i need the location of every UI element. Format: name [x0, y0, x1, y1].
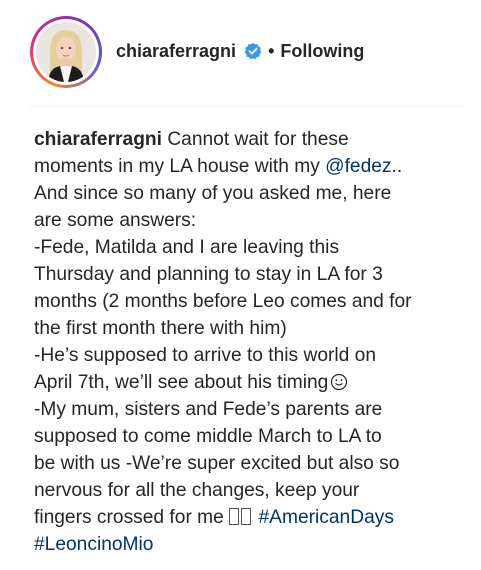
header-user-line: chiaraferragni • Following: [116, 36, 364, 66]
header-divider: [30, 106, 464, 107]
missing-emoji-icon: [229, 508, 240, 525]
header-username[interactable]: chiaraferragni: [116, 41, 236, 62]
caption-text: moments in my LA house with my: [34, 156, 326, 177]
avatar-border: [33, 19, 99, 85]
caption-line: And since so many of you asked me, here: [34, 183, 392, 204]
following-button[interactable]: Following: [280, 41, 364, 62]
caption-text: Cannot wait for these: [161, 129, 349, 150]
caption-line: April 7th, we’ll see about his timing: [34, 369, 464, 396]
caption-line: -Fede, Matilda and I are leaving this: [34, 237, 340, 258]
caption-line: -He’s supposed to arrive to this world o…: [34, 345, 376, 366]
caption-text: fingers crossed for me: [34, 507, 230, 528]
missing-emoji-icon: [241, 508, 252, 525]
verified-badge-icon: [244, 42, 262, 60]
hashtag-link[interactable]: #AmericanDays: [259, 507, 394, 528]
header-separator: •: [268, 40, 275, 61]
avatar[interactable]: [30, 16, 102, 88]
caption-text: ..: [391, 156, 403, 177]
caption-line: -My mum, sisters and Fede’s parents are: [34, 399, 383, 420]
caption-line: the first month there with him): [34, 318, 287, 339]
mention-link[interactable]: @fedez: [325, 156, 391, 177]
caption-username[interactable]: chiaraferragni: [34, 129, 162, 150]
caption-line: months (2 months before Leo comes and fo…: [34, 291, 412, 312]
caption-line: Thursday and planning to stay in LA for …: [34, 264, 383, 285]
smile-emoji-icon: [330, 372, 348, 391]
caption-line: fingers crossed for me #AmericanDays: [34, 504, 464, 531]
post-header: chiaraferragni • Following: [0, 0, 481, 104]
caption-line: are some answers:: [34, 210, 197, 231]
caption-text: April 7th, we’ll see about his timing: [34, 372, 329, 393]
caption-line: nervous for all the changes, keep your: [34, 480, 360, 501]
post-caption: chiaraferragni Cannot wait for these mom…: [34, 126, 464, 558]
profile-photo-image: [36, 22, 96, 82]
caption-line: supposed to come middle March to LA to: [34, 426, 382, 447]
caption-line: #LeoncinoMio: [34, 531, 464, 558]
hashtag-link[interactable]: #LeoncinoMio: [34, 534, 153, 555]
caption-line: moments in my LA house with my @fedez..: [34, 153, 464, 180]
caption-line: chiaraferragni Cannot wait for these: [34, 126, 464, 153]
caption-line: be with us -We’re super excited but also…: [34, 453, 400, 474]
profile-photo: [36, 22, 96, 82]
